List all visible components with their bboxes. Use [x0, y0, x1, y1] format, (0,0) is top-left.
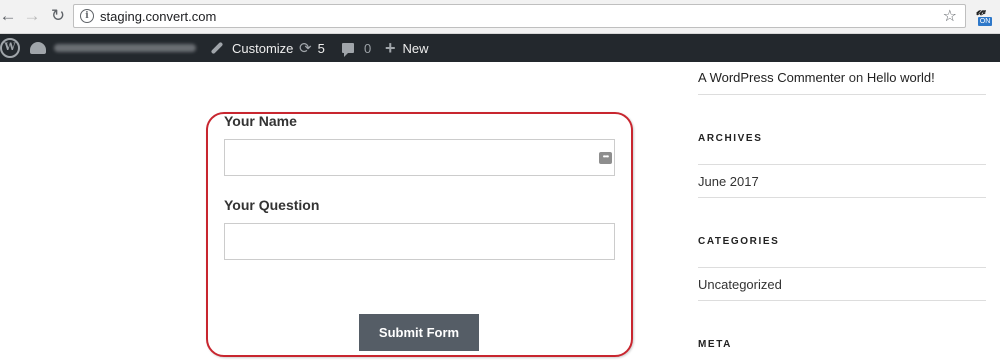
info-icon[interactable]: i [80, 9, 94, 23]
your-name-field[interactable]: ••• [224, 139, 615, 176]
comments-count: 0 [364, 40, 372, 56]
comments-menu[interactable]: 0 [342, 34, 371, 62]
wp-admin-bar: W Customize ⟳ 5 0 + New [0, 34, 1000, 62]
plus-icon: + [385, 37, 396, 58]
bookmark-star-icon[interactable]: ☆ [943, 6, 957, 26]
new-label: New [402, 40, 429, 56]
divider [698, 197, 986, 198]
wordpress-logo-icon[interactable]: W [0, 34, 20, 62]
divider [698, 267, 986, 268]
updates-menu[interactable]: ⟳ 5 [299, 34, 325, 62]
divider [698, 300, 986, 301]
wordpress-w-icon: W [0, 38, 20, 58]
paintbrush-icon [210, 41, 224, 55]
comment-connector: on [848, 70, 864, 85]
extension-badge: ON [978, 17, 992, 26]
divider [698, 94, 986, 95]
back-arrow-icon[interactable]: ← [0, 6, 18, 26]
extension-icon[interactable]: 𝓌 ON [975, 4, 993, 26]
customize-label: Customize [232, 40, 294, 56]
dashboard-icon [30, 42, 46, 54]
url-text[interactable]: staging.convert.com [100, 9, 216, 24]
site-name-menu[interactable] [30, 34, 196, 62]
browser-toolbar: ← → ↻ i staging.convert.com ☆ 𝓌 ON [0, 0, 1000, 34]
divider [698, 164, 986, 165]
comment-author-link[interactable]: A WordPress Commenter [698, 70, 845, 85]
updates-icon: ⟳ [299, 40, 312, 57]
comment-bubble-icon [342, 43, 354, 57]
blurred-site-name [54, 44, 196, 52]
categories-heading: CATEGORIES [698, 236, 780, 247]
customize-menu[interactable]: Customize [210, 34, 293, 62]
your-question-field[interactable] [224, 223, 615, 260]
new-content-menu[interactable]: + New [385, 34, 429, 62]
your-question-input[interactable] [225, 224, 614, 259]
your-name-input[interactable] [225, 140, 614, 175]
meta-heading: META [698, 339, 732, 350]
comment-post-link[interactable]: Hello world! [867, 70, 935, 85]
reload-icon[interactable]: ↻ [48, 6, 68, 26]
archives-heading: ARCHIVES [698, 133, 763, 144]
updates-count: 5 [317, 40, 325, 56]
forward-arrow-icon[interactable]: → [22, 6, 42, 26]
submit-form-button[interactable]: Submit Form [359, 314, 479, 351]
category-link-uncategorized[interactable]: Uncategorized [698, 277, 782, 292]
address-bar[interactable]: i staging.convert.com ☆ [73, 4, 966, 28]
your-question-label: Your Question [224, 197, 320, 213]
autofill-key-icon[interactable]: ••• [599, 152, 612, 164]
your-name-label: Your Name [224, 113, 297, 129]
recent-comment-item: A WordPress Commenter on Hello world! [698, 70, 935, 85]
archive-link-june-2017[interactable]: June 2017 [698, 174, 759, 189]
